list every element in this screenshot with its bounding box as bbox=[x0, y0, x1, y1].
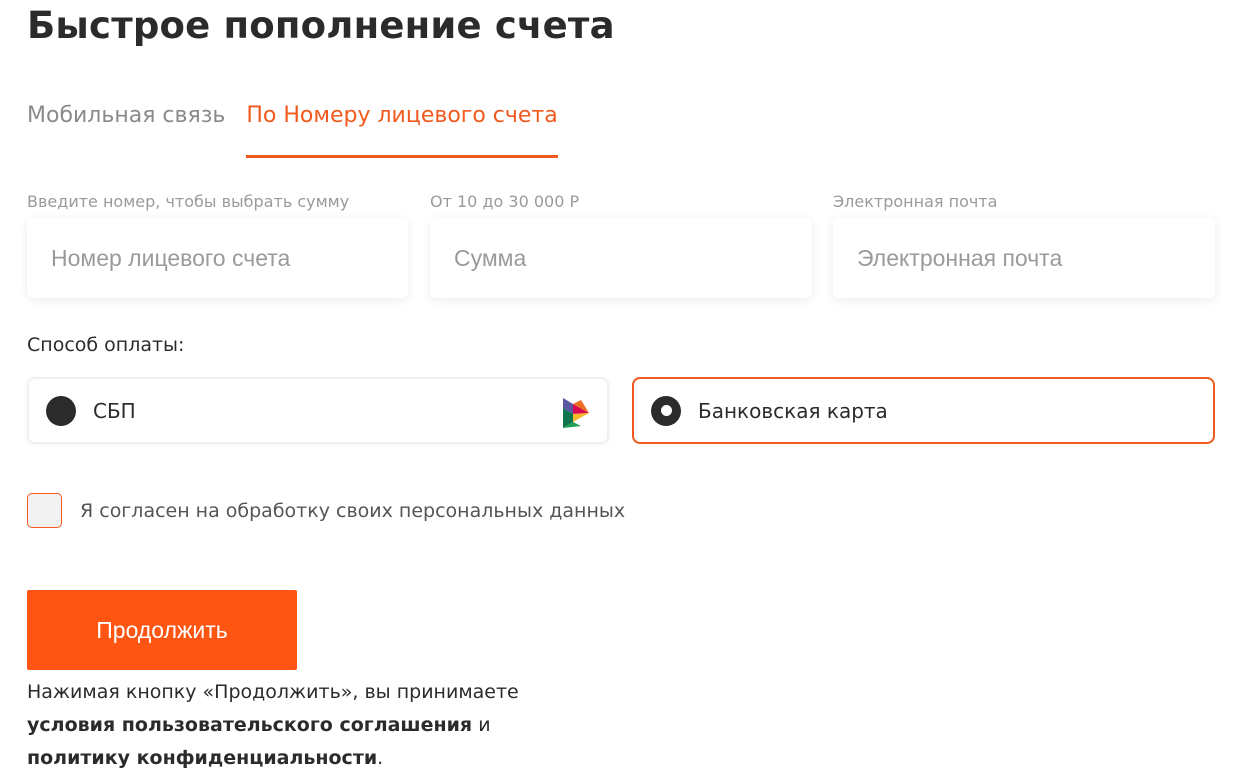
legal-suffix: . bbox=[377, 747, 384, 769]
payment-option-card-label: Банковская карта bbox=[698, 398, 888, 423]
radio-card[interactable] bbox=[651, 395, 681, 426]
legal-notice: Нажимая кнопку «Продолжить», вы принимае… bbox=[27, 676, 519, 775]
amount-field-label: От 10 до 30 000 Р bbox=[430, 192, 580, 211]
email-field-box bbox=[833, 218, 1215, 298]
amount-field-box bbox=[430, 218, 812, 298]
legal-terms-line: условия пользовательского соглашения и bbox=[27, 709, 519, 742]
payment-option-sbp-label: СБП bbox=[93, 398, 136, 423]
amount-input[interactable] bbox=[430, 218, 812, 298]
account-number-input[interactable] bbox=[27, 218, 408, 298]
tab-bar: Мобильная связь По Номеру лицевого счета bbox=[27, 100, 558, 158]
consent-checkbox[interactable] bbox=[27, 493, 62, 528]
legal-and: и bbox=[478, 714, 491, 736]
email-input[interactable] bbox=[833, 218, 1215, 298]
radio-card-dot bbox=[660, 405, 672, 416]
legal-privacy-line: политику конфиденциальности. bbox=[27, 742, 519, 775]
page-title: Быстрое пополнение счета bbox=[27, 4, 615, 47]
privacy-link[interactable]: политику конфиденциальности bbox=[27, 747, 377, 769]
consent-label: Я согласен на обработку своих персональн… bbox=[80, 499, 626, 522]
continue-button[interactable]: Продолжить bbox=[27, 590, 297, 670]
payment-method-label: Способ оплаты: bbox=[27, 334, 185, 356]
tab-account-number[interactable]: По Номеру лицевого счета bbox=[246, 100, 558, 158]
radio-sbp[interactable] bbox=[46, 395, 76, 426]
legal-prefix: Нажимая кнопку «Продолжить», вы принимае… bbox=[27, 681, 519, 703]
terms-link[interactable]: условия пользовательского соглашения bbox=[27, 714, 472, 736]
tab-mobile[interactable]: Мобильная связь bbox=[27, 100, 225, 158]
account-field-label: Введите номер, чтобы выбрать сумму bbox=[27, 192, 350, 211]
email-field-label: Электронная почта bbox=[833, 192, 998, 211]
payment-option-sbp[interactable]: СБП bbox=[27, 377, 609, 444]
sbp-logo-icon bbox=[563, 398, 589, 428]
payment-option-card[interactable]: Банковская карта bbox=[632, 377, 1215, 444]
account-field-box bbox=[27, 218, 408, 298]
consent-row: Я согласен на обработку своих персональн… bbox=[27, 493, 625, 528]
